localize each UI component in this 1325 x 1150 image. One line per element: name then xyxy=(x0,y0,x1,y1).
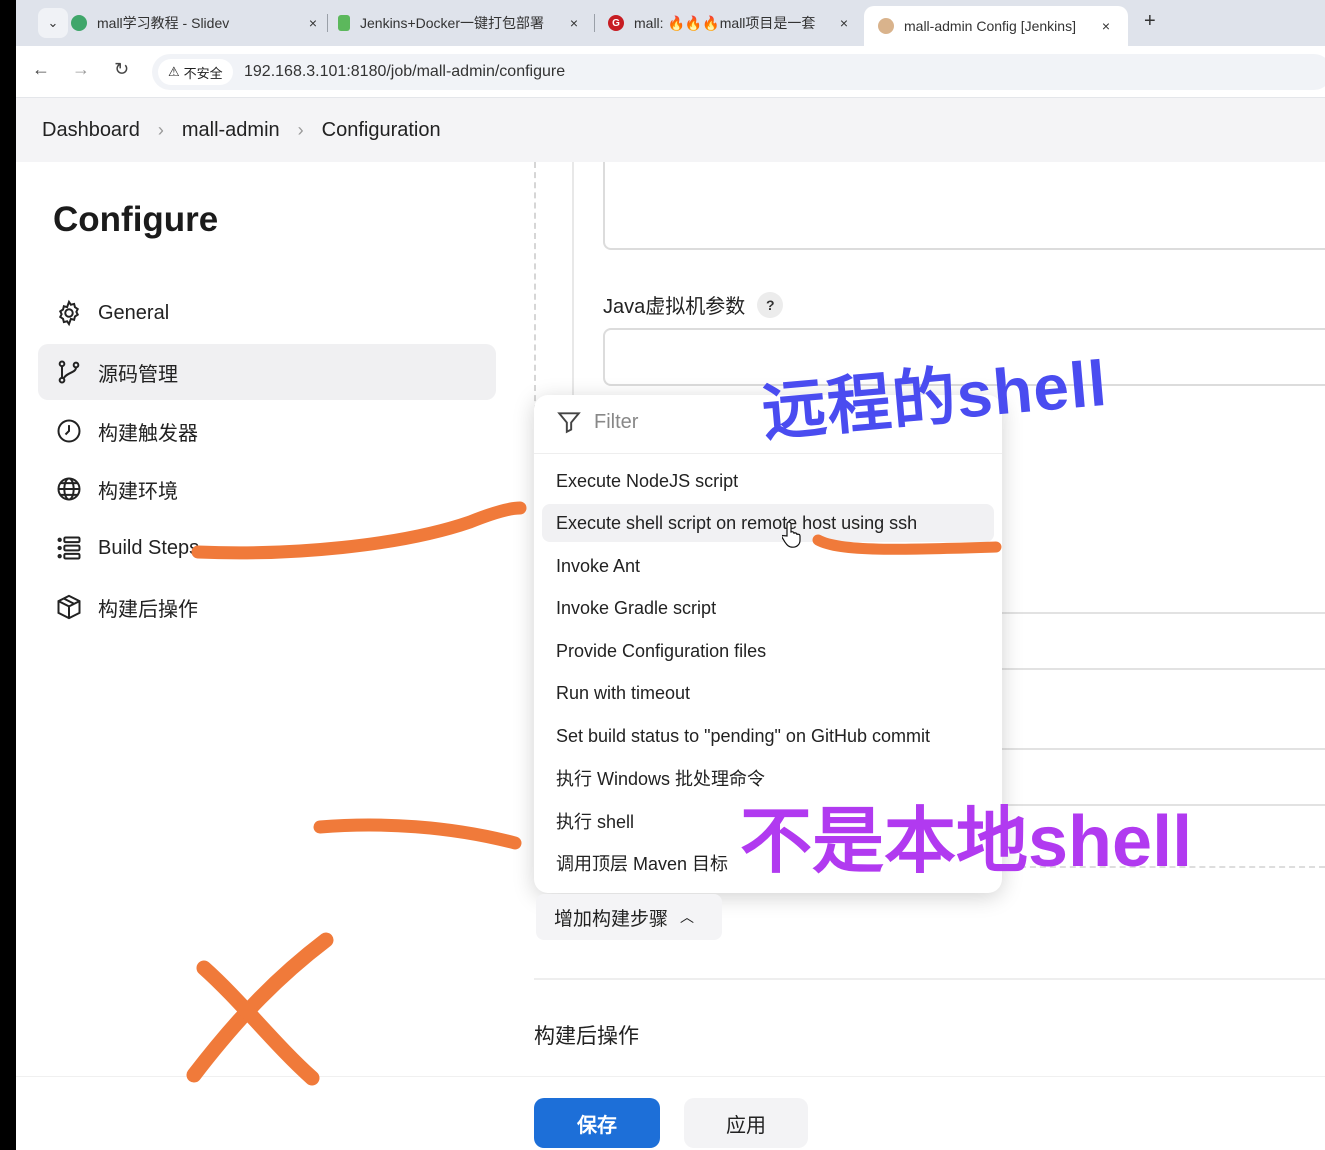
security-indicator[interactable]: ⚠ 不安全 xyxy=(158,59,233,85)
package-icon xyxy=(54,592,84,622)
chevron-right-icon: › xyxy=(297,119,304,140)
field-border xyxy=(1000,668,1325,670)
forward-arrow-icon[interactable]: → xyxy=(72,59,90,80)
menu-item-remote-ssh-shell[interactable]: Execute shell script on remote host usin… xyxy=(542,504,994,542)
jvm-options-label: Java虚拟机参数 ? xyxy=(603,290,784,319)
jenkins-favicon-icon xyxy=(878,18,894,34)
menu-item-nodejs[interactable]: Execute NodeJS script xyxy=(542,462,994,500)
sidebar-item-build-triggers[interactable]: 构建触发器 xyxy=(38,403,496,459)
section-divider xyxy=(534,978,1325,980)
window-edge xyxy=(0,0,16,1150)
annotation-cross-stroke-2 xyxy=(196,960,320,1086)
close-icon[interactable]: × xyxy=(1098,18,1114,34)
apply-button[interactable]: 应用 xyxy=(684,1098,808,1148)
save-button[interactable]: 保存 xyxy=(534,1098,660,1148)
help-icon[interactable]: ? xyxy=(757,291,784,318)
browser-tab-jenkins-docker[interactable]: Jenkins+Docker一键打包部署 × xyxy=(338,6,582,40)
filter-icon xyxy=(556,409,582,435)
previous-textarea[interactable] xyxy=(603,162,1325,250)
slidev-favicon-icon xyxy=(71,15,87,31)
tab-separator xyxy=(594,14,595,32)
field-border xyxy=(1000,748,1325,750)
address-bar[interactable]: ⚠ 不安全 192.168.3.101:8180/job/mall-admin/… xyxy=(152,54,1325,90)
menu-item-timeout[interactable]: Run with timeout xyxy=(542,674,994,712)
gitee-favicon-icon: G xyxy=(608,15,624,31)
leaf-favicon-icon xyxy=(338,15,350,31)
breadcrumb-mall-admin[interactable]: mall-admin xyxy=(182,119,280,142)
field-border xyxy=(1000,612,1325,614)
menu-item-invoke-ant[interactable]: Invoke Ant xyxy=(542,547,994,585)
chevron-right-icon: › xyxy=(157,119,164,140)
section-rail xyxy=(572,162,574,402)
sidebar-item-post-build[interactable]: 构建后操作 xyxy=(38,579,496,635)
list-icon xyxy=(54,533,84,563)
page-title: Configure xyxy=(53,200,219,239)
tab-separator xyxy=(327,14,328,32)
globe-icon xyxy=(54,474,84,504)
new-tab-button[interactable]: + xyxy=(1144,10,1156,33)
chevron-down-icon: ⌄ xyxy=(47,15,59,30)
reload-icon[interactable]: ↻ xyxy=(114,59,129,80)
branch-icon xyxy=(54,357,84,387)
sidebar-item-source-control[interactable]: 源码管理 xyxy=(38,344,496,400)
close-icon[interactable]: × xyxy=(305,15,321,31)
post-build-section-title: 构建后操作 xyxy=(534,1025,639,1048)
annotation-not-local-shell: 不是本地shell xyxy=(740,802,1193,882)
back-arrow-icon[interactable]: ← xyxy=(32,59,50,80)
warning-icon: ⚠ xyxy=(168,64,180,79)
browser-tab-jenkins-config[interactable]: mall-admin Config [Jenkins] × xyxy=(864,6,1128,46)
breadcrumb-configuration[interactable]: Configuration xyxy=(322,119,441,142)
annotation-stroke-execute-shell xyxy=(313,818,522,850)
close-icon[interactable]: × xyxy=(836,15,852,31)
chevron-up-icon: ︿ xyxy=(680,909,695,925)
browser-tab-bar: ⌄ mall学习教程 - Slidev × Jenkins+Docker一键打包… xyxy=(16,0,1325,46)
close-icon[interactable]: × xyxy=(566,15,582,31)
sidebar-item-build-environment[interactable]: 构建环境 xyxy=(38,461,496,517)
sidebar-item-general[interactable]: General xyxy=(38,285,496,341)
breadcrumb: Dashboard › mall-admin › Configuration xyxy=(16,98,1325,162)
clock-icon xyxy=(54,416,84,446)
breadcrumb-dashboard[interactable]: Dashboard xyxy=(42,119,140,142)
browser-toolbar: ← → ↻ ⚠ 不安全 192.168.3.101:8180/job/mall-… xyxy=(16,46,1325,98)
menu-item-config-files[interactable]: Provide Configuration files xyxy=(542,632,994,670)
add-build-step-button[interactable]: 增加构建步骤 ︿ xyxy=(536,894,722,940)
bottom-action-bar xyxy=(16,1076,1325,1150)
url-text[interactable]: 192.168.3.101:8180/job/mall-admin/config… xyxy=(244,63,565,81)
browser-tab-slidev[interactable]: mall学习教程 - Slidev × xyxy=(71,6,321,40)
filter-input[interactable]: Filter xyxy=(556,409,638,435)
menu-item-gradle[interactable]: Invoke Gradle script xyxy=(542,589,994,627)
sidebar-item-build-steps[interactable]: Build Steps xyxy=(38,520,496,576)
annotation-cross-stroke-1 xyxy=(186,932,334,1083)
tab-list-button[interactable]: ⌄ xyxy=(38,8,68,38)
hand-cursor-icon xyxy=(781,520,804,553)
gear-icon xyxy=(54,298,84,328)
menu-item-github-pending[interactable]: Set build status to "pending" on GitHub … xyxy=(542,717,994,755)
browser-tab-mall-gitee[interactable]: G mall: 🔥🔥🔥mall项目是一套 × xyxy=(608,6,852,40)
